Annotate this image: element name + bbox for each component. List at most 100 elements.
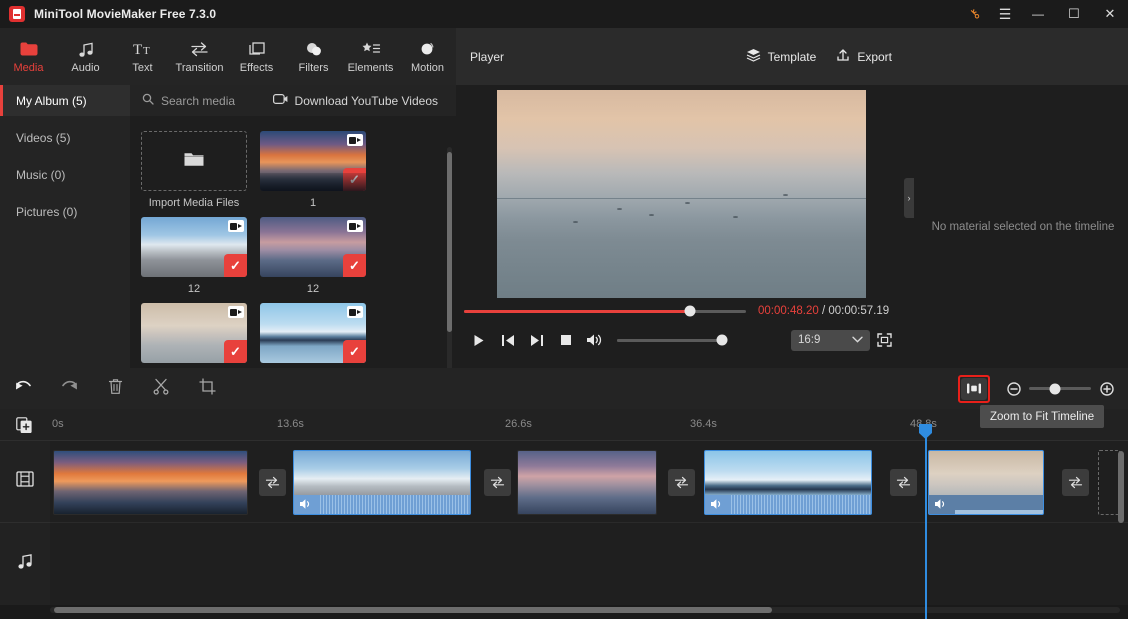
bird-dot <box>733 216 738 218</box>
media-thumbnail[interactable]: ✓ <box>260 217 366 277</box>
crop-button[interactable] <box>184 368 230 409</box>
transition-button[interactable] <box>890 469 917 496</box>
video-track[interactable] <box>50 441 1128 523</box>
media-thumbnail[interactable]: ✓ <box>260 131 366 191</box>
zoom-slider[interactable] <box>1029 383 1091 394</box>
zoom-in-button[interactable] <box>1099 381 1114 396</box>
close-button[interactable]: ✕ <box>1092 0 1128 28</box>
media-item-caption: 12 <box>306 283 320 295</box>
undo-button[interactable] <box>0 368 46 409</box>
svg-text:T: T <box>133 42 142 57</box>
timeline-clip[interactable] <box>517 450 657 515</box>
volume-button[interactable] <box>580 327 609 353</box>
panel-collapse-handle[interactable]: › <box>904 178 914 218</box>
timeline-clip[interactable] <box>928 450 1044 515</box>
video-badge-icon <box>347 220 363 232</box>
previous-frame-button[interactable] <box>493 327 522 353</box>
license-key-button[interactable]: ⚷ <box>960 0 990 28</box>
play-button[interactable] <box>464 327 493 353</box>
add-track-icon[interactable] <box>16 417 33 434</box>
app-window: MiniTool MovieMaker Free 7.3.0 ⚷ ☰ — ☐ ✕ <box>0 0 1128 619</box>
media-thumbnail[interactable]: ✓ <box>141 217 247 277</box>
transition-button[interactable] <box>668 469 695 496</box>
selected-check-icon: ✓ <box>224 254 247 277</box>
clip-drop-zone[interactable] <box>1098 450 1120 515</box>
progress-slider[interactable] <box>464 305 746 317</box>
media-scrollbar-thumb[interactable] <box>447 152 452 332</box>
redo-button[interactable] <box>46 368 92 409</box>
maximize-button[interactable]: ☐ <box>1056 0 1092 28</box>
media-item[interactable]: ✓ <box>260 303 366 368</box>
clip-volume-icon[interactable] <box>298 497 314 511</box>
delete-button[interactable] <box>92 368 138 409</box>
minimize-button[interactable]: — <box>1020 0 1056 28</box>
clip-volume-icon[interactable] <box>933 497 949 511</box>
volume-knob[interactable] <box>716 334 728 346</box>
next-frame-button[interactable] <box>522 327 551 353</box>
timeline-clip[interactable] <box>704 450 872 515</box>
template-button[interactable]: Template <box>746 48 816 65</box>
zoom-slider-knob[interactable] <box>1049 383 1061 394</box>
media-item[interactable]: ✓ 12 <box>260 217 366 295</box>
menu-button[interactable]: ☰ <box>990 0 1020 28</box>
split-icon <box>153 378 169 400</box>
sidebar-item-videos[interactable]: Videos (5) <box>0 122 130 153</box>
sidebar-item-label: Music (0) <box>16 167 66 182</box>
timeline-horizontal-scrollbar[interactable] <box>54 607 772 613</box>
current-time: 00:00:48.20 <box>758 305 819 317</box>
video-preview[interactable] <box>497 90 866 298</box>
player-header-actions: Template Export <box>746 48 892 65</box>
import-media-tile[interactable] <box>141 131 247 191</box>
sidebar-item-my-album[interactable]: My Album (5) <box>0 85 130 116</box>
volume-slider[interactable] <box>617 334 728 346</box>
zoom-to-fit-button[interactable] <box>961 377 987 400</box>
zoom-out-button[interactable] <box>1006 381 1021 396</box>
split-button[interactable] <box>138 368 184 409</box>
search-media-input[interactable]: Search media <box>142 93 235 108</box>
transition-button[interactable] <box>1062 469 1089 496</box>
aspect-ratio-select[interactable]: 16:9 <box>791 329 870 351</box>
audio-track-header[interactable] <box>0 523 50 605</box>
timeline-ruler[interactable]: 0s 13.6s 26.6s 36.4s 48.8s <box>0 409 1128 441</box>
module-motion[interactable]: Motion <box>399 28 456 85</box>
audio-track[interactable] <box>50 523 1128 605</box>
import-media-cell[interactable]: Import Media Files <box>141 131 247 209</box>
module-filters[interactable]: Filters <box>285 28 342 85</box>
export-button[interactable]: Export <box>836 48 892 65</box>
download-youtube-button[interactable]: Download YouTube Videos <box>272 93 438 108</box>
media-thumbnail[interactable]: ✓ <box>260 303 366 363</box>
module-media[interactable]: Media <box>0 28 57 85</box>
clip-volume-icon[interactable] <box>709 497 725 511</box>
transition-button[interactable] <box>259 469 286 496</box>
media-thumbnail[interactable]: ✓ <box>141 303 247 363</box>
video-track-header[interactable] <box>0 441 50 523</box>
progress-fill <box>464 309 690 313</box>
progress-knob[interactable] <box>684 305 696 317</box>
ruler-tick: 36.4s <box>690 418 717 430</box>
time-display: 00:00:48.20 / 00:00:57.19 <box>758 305 889 317</box>
media-item[interactable]: ✓ 1 <box>260 131 366 209</box>
minimize-icon: — <box>1032 7 1044 21</box>
module-filters-label: Filters <box>298 62 329 74</box>
module-transition[interactable]: Transition <box>171 28 228 85</box>
timeline-vertical-scrollbar[interactable] <box>1118 451 1124 523</box>
module-effects-label: Effects <box>239 62 274 74</box>
fullscreen-button[interactable] <box>870 327 898 353</box>
sidebar-item-pictures[interactable]: Pictures (0) <box>0 196 130 227</box>
module-audio[interactable]: Audio <box>57 28 114 85</box>
module-text[interactable]: TT Text <box>114 28 171 85</box>
video-badge-icon <box>228 220 244 232</box>
timeline-clip[interactable] <box>293 450 471 515</box>
sidebar-item-label: My Album (5) <box>16 93 87 108</box>
module-elements[interactable]: Elements <box>342 28 399 85</box>
media-item[interactable]: ✓ <box>141 303 247 368</box>
module-effects[interactable]: Effects <box>228 28 285 85</box>
stop-button[interactable] <box>551 327 580 353</box>
timeline-clip[interactable] <box>53 450 248 515</box>
film-icon <box>16 471 34 492</box>
sidebar-item-music[interactable]: Music (0) <box>0 159 130 190</box>
playhead[interactable] <box>925 431 927 619</box>
transition-button[interactable] <box>484 469 511 496</box>
media-item[interactable]: ✓ 12 <box>141 217 247 295</box>
bird-dot <box>783 194 788 196</box>
